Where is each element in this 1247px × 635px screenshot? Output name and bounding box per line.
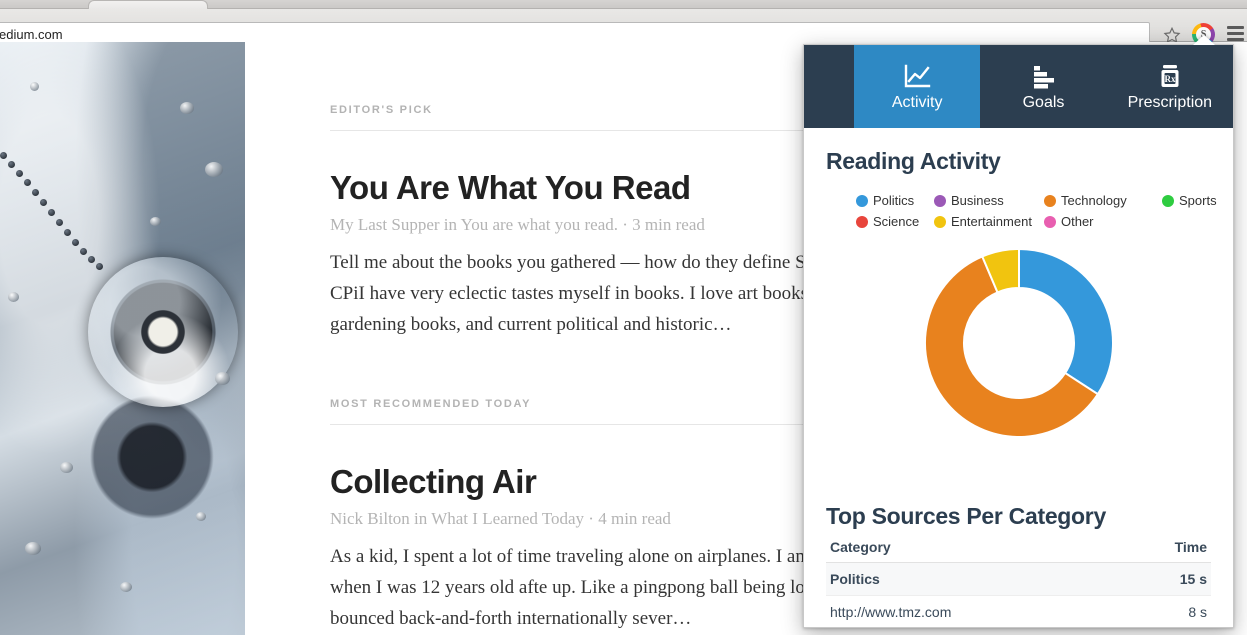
- tab-activity-label: Activity: [891, 93, 943, 111]
- tab-prescription[interactable]: Rx Prescription: [1107, 45, 1233, 128]
- tabbar-spacer: [804, 45, 854, 128]
- bar-chart-icon: [1028, 62, 1058, 90]
- popup-tabbar: Activity Goals Rx Prescription: [804, 45, 1233, 128]
- legend-dot-icon: [856, 194, 868, 207]
- legend-dot-icon: [1044, 215, 1056, 228]
- legend-label: Business: [951, 193, 1004, 208]
- popup-arrow: [1193, 35, 1215, 45]
- legend-item-other[interactable]: Other: [1044, 214, 1162, 229]
- sources-table: Category Time Politics 15 s http://www.t…: [826, 537, 1211, 627]
- legend-label: Entertainment: [951, 214, 1032, 229]
- article-hero-photo: [0, 42, 245, 635]
- panel-title: Reading Activity: [826, 148, 1001, 174]
- legend-label: Technology: [1061, 193, 1127, 208]
- svg-text:Rx: Rx: [1164, 74, 1175, 84]
- drain-stopper: [88, 257, 238, 407]
- sources-title: Top Sources Per Category: [826, 503, 1106, 529]
- column-header-category: Category: [826, 537, 1120, 563]
- legend-item-technology[interactable]: Technology: [1044, 193, 1162, 208]
- prescription-bottle-icon: Rx: [1155, 62, 1185, 90]
- browser-tab-strip: [0, 0, 1247, 9]
- legend-label: Sports: [1179, 193, 1217, 208]
- line-chart-icon: [902, 62, 932, 90]
- table-header-row: Category Time: [826, 537, 1211, 563]
- legend-item-science[interactable]: Science: [856, 214, 934, 229]
- browser-toolbar: edium.com S: [0, 9, 1247, 46]
- donut-chart-wrap: [804, 243, 1233, 455]
- cell-time: 8 s: [1119, 595, 1211, 627]
- tab-activity[interactable]: Activity: [854, 45, 981, 128]
- tab-goals-label: Goals: [1022, 93, 1065, 111]
- table-row[interactable]: Politics 15 s: [826, 562, 1211, 596]
- legend-dot-icon: [934, 194, 946, 207]
- legend-dot-icon: [1162, 194, 1174, 207]
- popup-panel-body: Reading Activity Politics Business Techn…: [804, 128, 1233, 627]
- legend-dot-icon: [1044, 194, 1056, 207]
- legend-label: Science: [873, 214, 920, 229]
- cell-source: http://www.tmz.com: [826, 595, 1120, 627]
- legend-item-politics[interactable]: Politics: [856, 193, 934, 208]
- address-bar-text: edium.com: [0, 26, 63, 42]
- reading-activity-donut-chart[interactable]: [919, 243, 1119, 443]
- cell-time: 15 s: [1119, 562, 1211, 596]
- extension-popup: Activity Goals Rx Prescription Reading A…: [803, 44, 1234, 628]
- legend-item-entertainment[interactable]: Entertainment: [934, 214, 1044, 229]
- tab-goals[interactable]: Goals: [980, 45, 1106, 128]
- legend-label: Politics: [873, 193, 915, 208]
- cell-category: Politics: [826, 562, 1120, 596]
- table-row[interactable]: http://www.tmz.com 8 s: [826, 595, 1211, 627]
- top-sources-section: Top Sources Per Category Category Time P…: [804, 503, 1233, 627]
- legend-item-business[interactable]: Business: [934, 193, 1044, 208]
- legend-dot-icon: [934, 215, 946, 228]
- legend-label: Other: [1061, 214, 1094, 229]
- hamburger-menu-icon[interactable]: [1227, 24, 1244, 43]
- chart-legend: Politics Business Technology Sports Scie…: [804, 193, 1233, 229]
- browser-tab[interactable]: [88, 0, 208, 9]
- legend-item-sports[interactable]: Sports: [1162, 193, 1233, 208]
- column-header-time: Time: [1119, 537, 1211, 563]
- screen: edium.com S EDITOR'S PICK You Are What Y…: [0, 0, 1247, 635]
- legend-dot-icon: [856, 215, 868, 228]
- chain-decoration: [0, 152, 120, 282]
- tab-prescription-label: Prescription: [1127, 93, 1213, 111]
